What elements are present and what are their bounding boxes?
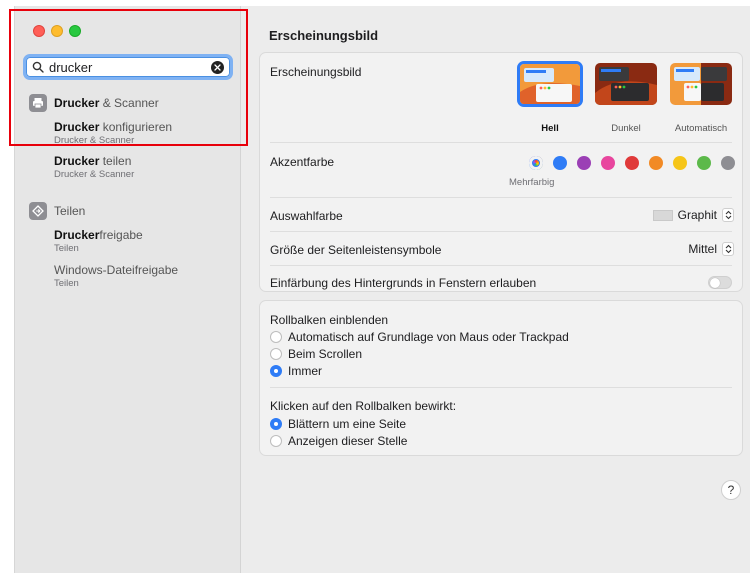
accent-purple-swatch[interactable] xyxy=(577,156,591,170)
minimize-window-button[interactable] xyxy=(51,25,63,37)
toggle-knob xyxy=(710,278,720,288)
accent-color-picker xyxy=(529,156,739,170)
settings-window: Drucker & Scanner Drucker konfigurieren … xyxy=(14,6,750,573)
sidebar-item-title-rest: & Scanner xyxy=(99,96,159,110)
scrollbars-option-always[interactable]: Immer xyxy=(270,364,322,378)
search-icon xyxy=(32,61,44,73)
radio-button[interactable] xyxy=(270,435,282,447)
scrollbars-option-when-scrolling[interactable]: Beim Scrollen xyxy=(270,347,362,361)
printer-icon xyxy=(29,94,47,112)
radio-label: Immer xyxy=(288,364,322,378)
accent-pink-swatch[interactable] xyxy=(601,156,615,170)
radio-button-selected[interactable] xyxy=(270,418,282,430)
radio-button-selected[interactable] xyxy=(270,365,282,377)
accent-multicolor-swatch[interactable] xyxy=(529,156,543,170)
radio-label: Blättern um eine Seite xyxy=(288,417,407,431)
search-input[interactable] xyxy=(49,59,199,75)
highlight-color-label: Auswahlfarbe xyxy=(270,209,343,223)
radio-label: Automatisch auf Grundlage von Maus oder … xyxy=(288,330,569,344)
divider xyxy=(270,231,732,232)
radio-label: Beim Scrollen xyxy=(288,347,363,361)
scrollbar-panel: Rollbalken einblenden Automatisch auf Gr… xyxy=(259,300,743,456)
appearance-panel: Erscheinungsbild Hell Dunkel Automatisch… xyxy=(259,52,743,292)
result-title-bold: Drucker xyxy=(54,228,100,242)
divider xyxy=(270,387,732,388)
result-subtitle: Drucker & Scanner xyxy=(54,135,135,146)
click-option-jump-here[interactable]: Anzeigen dieser Stelle xyxy=(270,434,407,448)
chevron-updown-icon xyxy=(722,208,734,222)
appearance-option-light-label: Hell xyxy=(541,123,559,134)
radio-button[interactable] xyxy=(270,331,282,343)
accent-color-label: Akzentfarbe xyxy=(270,155,335,169)
help-button[interactable]: ? xyxy=(721,480,741,500)
click-option-next-page[interactable]: Blättern um eine Seite xyxy=(270,417,406,431)
search-result-configure-printer[interactable]: Drucker konfigurieren Drucker & Scanner xyxy=(54,120,172,146)
sidebar-item-title-rest: Teilen xyxy=(54,204,86,218)
result-subtitle: Teilen xyxy=(54,278,79,289)
sidebar-item-title-bold: Drucker xyxy=(54,96,100,110)
radio-button[interactable] xyxy=(270,348,282,360)
light-mode-preview-icon xyxy=(520,64,580,104)
accent-caption: Mehrfarbig xyxy=(509,177,555,188)
accent-green-swatch[interactable] xyxy=(697,156,711,170)
scrollbars-label: Rollbalken einblenden xyxy=(270,313,389,327)
sidebar: Drucker & Scanner Drucker konfigurieren … xyxy=(15,6,241,573)
highlight-color-swatch xyxy=(652,209,673,221)
appearance-option-auto[interactable] xyxy=(670,63,732,105)
radio-label: Anzeigen dieser Stelle xyxy=(288,434,408,448)
share-icon xyxy=(29,202,47,220)
sidebar-item-printers-scanners[interactable]: Drucker & Scanner xyxy=(29,94,159,112)
appearance-label: Erscheinungsbild xyxy=(270,65,362,79)
close-window-button[interactable] xyxy=(33,25,45,37)
sidebar-item-sharing[interactable]: Teilen xyxy=(29,202,85,220)
page-title: Erscheinungsbild xyxy=(269,28,379,43)
result-title-rest: freigabe xyxy=(99,228,143,242)
wallpaper-tinting-toggle[interactable] xyxy=(708,276,732,289)
sidebar-icon-size-label: Größe der Seitenleistensymbole xyxy=(270,243,442,257)
search-result-printer-sharing[interactable]: Druckerfreigabe Teilen xyxy=(54,228,143,254)
dark-mode-preview-icon xyxy=(595,63,657,105)
divider xyxy=(270,265,732,266)
accent-graphite-swatch[interactable] xyxy=(721,156,735,170)
result-subtitle: Teilen xyxy=(54,243,79,254)
appearance-option-dark[interactable] xyxy=(595,63,657,105)
search-field[interactable] xyxy=(23,54,233,80)
wallpaper-tinting-label: Einfärbung des Hintergrunds in Fenstern … xyxy=(270,276,537,290)
scrollbars-option-automatic[interactable]: Automatisch auf Grundlage von Maus oder … xyxy=(270,330,569,344)
chevron-updown-icon xyxy=(722,242,734,256)
highlight-color-value: Graphit xyxy=(677,208,717,222)
appearance-option-auto-label: Automatisch xyxy=(674,123,728,134)
sidebar-icon-size-popup[interactable]: Mittel xyxy=(688,242,734,256)
auto-mode-preview-icon xyxy=(670,63,732,105)
highlight-color-popup[interactable]: Graphit xyxy=(652,208,734,222)
result-title-rest: konfigurieren xyxy=(99,120,173,134)
search-result-share-printer[interactable]: Drucker teilen Drucker & Scanner xyxy=(54,154,134,180)
click-scrollbar-label: Klicken auf den Rollbalken bewirkt: xyxy=(270,399,457,413)
divider xyxy=(270,197,732,198)
accent-orange-swatch[interactable] xyxy=(649,156,663,170)
zoom-window-button[interactable] xyxy=(69,25,81,37)
result-title-bold: Drucker xyxy=(54,120,100,134)
search-result-windows-file-sharing[interactable]: Windows-Dateifreigabe Teilen xyxy=(54,263,178,289)
clear-search-icon[interactable] xyxy=(211,61,224,74)
appearance-option-light[interactable] xyxy=(517,61,583,107)
accent-blue-swatch[interactable] xyxy=(553,156,567,170)
result-subtitle: Drucker & Scanner xyxy=(54,169,135,180)
divider xyxy=(270,142,732,143)
sidebar-icon-size-value: Mittel xyxy=(688,242,717,256)
accent-red-swatch[interactable] xyxy=(625,156,639,170)
result-title-bold: Drucker xyxy=(54,154,100,168)
accent-yellow-swatch[interactable] xyxy=(673,156,687,170)
appearance-option-dark-label: Dunkel xyxy=(611,123,641,134)
result-title-rest: teilen xyxy=(99,154,132,168)
result-title-rest: Windows-Dateifreigabe xyxy=(54,263,179,277)
